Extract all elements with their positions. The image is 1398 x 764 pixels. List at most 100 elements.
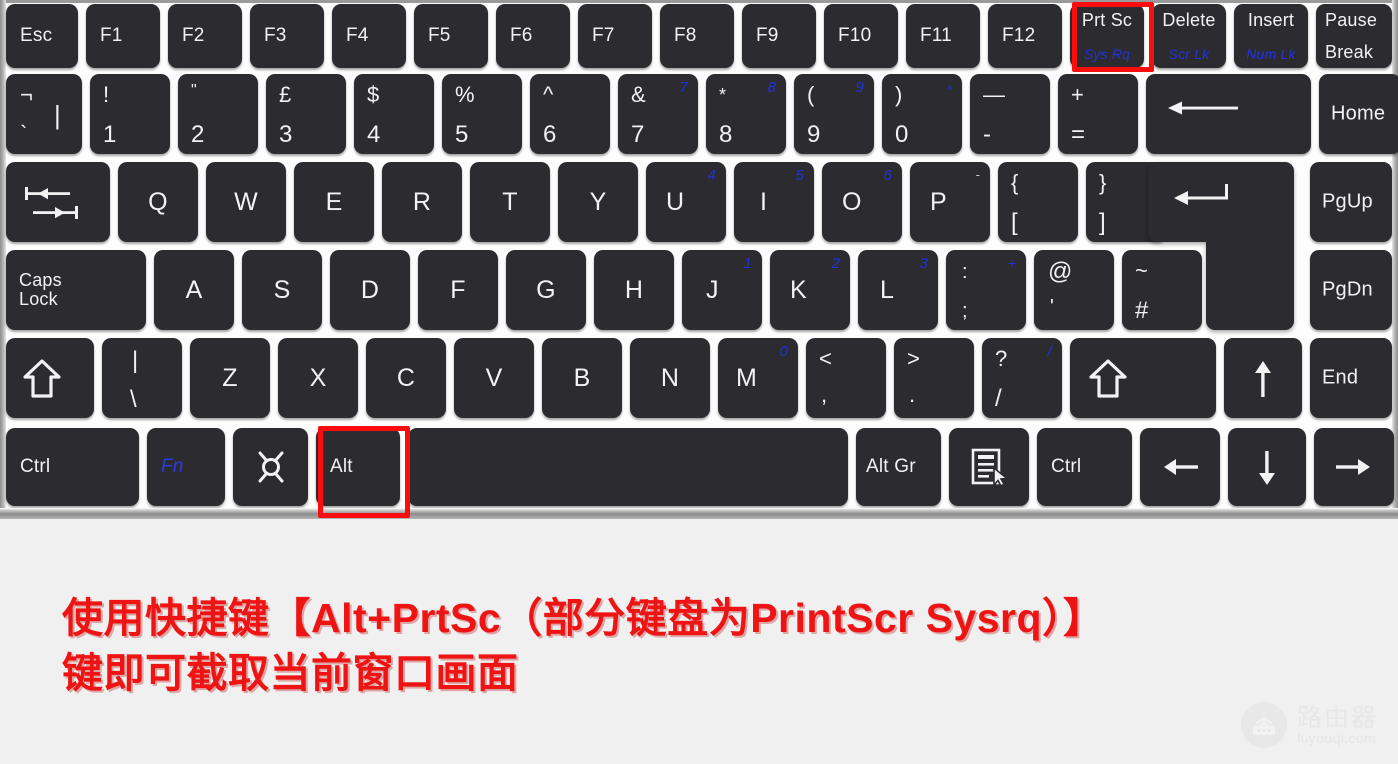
key-l[interactable]: L 3	[858, 250, 938, 330]
key-end[interactable]: End	[1310, 338, 1392, 418]
key-numpad-label: 6	[883, 167, 892, 184]
key-lower-label: 8	[719, 120, 733, 148]
key-y[interactable]: Y	[558, 162, 638, 242]
key-pgup[interactable]: PgUp	[1310, 162, 1392, 242]
key-label: J	[706, 275, 719, 304]
key-prtsc[interactable]: Prt Sc Sys Rq	[1070, 4, 1144, 68]
key-k[interactable]: K 2	[770, 250, 850, 330]
key-r[interactable]: R	[382, 162, 462, 242]
key-pause-break[interactable]: Pause Break	[1316, 4, 1392, 68]
key-d[interactable]: D	[330, 250, 410, 330]
key-f1[interactable]: F1	[86, 4, 160, 68]
key-1[interactable]: ! 1	[90, 74, 170, 154]
key-g[interactable]: G	[506, 250, 586, 330]
key-hash[interactable]: ~ #	[1122, 250, 1202, 330]
key-context-menu[interactable]	[949, 428, 1029, 506]
key-a[interactable]: A	[154, 250, 234, 330]
key-numpad-label: 8	[767, 79, 776, 96]
key-f3[interactable]: F3	[250, 4, 324, 68]
key-slash[interactable]: ? / /	[982, 338, 1062, 418]
key-i[interactable]: I 5	[734, 162, 814, 242]
key-4[interactable]: $ 4	[354, 74, 434, 154]
key-o[interactable]: O 6	[822, 162, 902, 242]
key-x[interactable]: X	[278, 338, 358, 418]
key-caps-lock[interactable]: Caps Lock	[6, 250, 146, 330]
key-ctrl-right[interactable]: Ctrl	[1037, 428, 1132, 506]
key-u[interactable]: U 4	[646, 162, 726, 242]
key-f7[interactable]: F7	[578, 4, 652, 68]
key-h[interactable]: H	[594, 250, 674, 330]
key-9[interactable]: ( 9 9	[794, 74, 874, 154]
key-f4[interactable]: F4	[332, 4, 406, 68]
key-0[interactable]: ) 0 *	[882, 74, 962, 154]
key-arrow-down[interactable]	[1228, 428, 1306, 506]
key-label: V	[485, 363, 503, 392]
key-t[interactable]: T	[470, 162, 550, 242]
key-c[interactable]: C	[366, 338, 446, 418]
key-backtick[interactable]: ¬ ` |	[6, 74, 82, 154]
key-f12[interactable]: F12	[988, 4, 1062, 68]
key-n[interactable]: N	[630, 338, 710, 418]
key-lower-label: 0	[895, 120, 909, 148]
key-bracket-left[interactable]: { [	[998, 162, 1078, 242]
key-label: Ctrl	[1051, 456, 1082, 478]
key-arrow-left[interactable]	[1140, 428, 1220, 506]
key-sublabel: Sys Rq	[1083, 46, 1131, 63]
key-m[interactable]: M 0	[718, 338, 798, 418]
key-q[interactable]: Q	[118, 162, 198, 242]
key-arrow-up[interactable]	[1224, 338, 1302, 418]
key-6[interactable]: ^ 6	[530, 74, 610, 154]
key-label: Fn	[161, 456, 184, 478]
key-2[interactable]: " 2	[178, 74, 258, 154]
key-home[interactable]: Home	[1319, 74, 1398, 154]
key-equals[interactable]: + =	[1058, 74, 1138, 154]
key-backslash[interactable]: | \	[102, 338, 182, 418]
key-esc[interactable]: Esc	[6, 4, 78, 68]
key-b[interactable]: B	[542, 338, 622, 418]
key-arrow-right[interactable]	[1314, 428, 1394, 506]
key-semicolon[interactable]: : ; +	[946, 250, 1026, 330]
key-sublabel: Break	[1325, 42, 1374, 63]
key-f9[interactable]: F9	[742, 4, 816, 68]
key-fn[interactable]: Fn	[147, 428, 225, 506]
key-apostrophe[interactable]: @ '	[1034, 250, 1114, 330]
key-s[interactable]: S	[242, 250, 322, 330]
key-shift-right[interactable]	[1070, 338, 1216, 418]
key-insert[interactable]: Insert Num Lk	[1234, 4, 1308, 68]
key-f[interactable]: F	[418, 250, 498, 330]
key-z[interactable]: Z	[190, 338, 270, 418]
key-f2[interactable]: F2	[168, 4, 242, 68]
key-period[interactable]: > .	[894, 338, 974, 418]
context-menu-icon	[971, 448, 1009, 488]
key-backspace[interactable]	[1146, 74, 1311, 154]
key-e[interactable]: E	[294, 162, 374, 242]
key-f10[interactable]: F10	[824, 4, 898, 68]
key-5[interactable]: % 5	[442, 74, 522, 154]
key-w[interactable]: W	[206, 162, 286, 242]
key-8[interactable]: * 8 8	[706, 74, 786, 154]
key-shift-left[interactable]	[6, 338, 94, 418]
key-numpad-label: /	[1047, 343, 1052, 360]
key-f8[interactable]: F8	[660, 4, 734, 68]
key-f11[interactable]: F11	[906, 4, 980, 68]
key-p[interactable]: P -	[910, 162, 990, 242]
key-f6[interactable]: F6	[496, 4, 570, 68]
key-windows[interactable]	[233, 428, 308, 506]
key-minus[interactable]: — -	[970, 74, 1050, 154]
key-delete[interactable]: Delete Scr Lk	[1152, 4, 1226, 68]
key-tab[interactable]	[6, 162, 110, 242]
key-j[interactable]: J 1	[682, 250, 762, 330]
key-alt-left[interactable]: Alt	[316, 428, 400, 506]
key-ctrl-left[interactable]: Ctrl	[6, 428, 139, 506]
key-alt-gr[interactable]: Alt Gr	[856, 428, 941, 506]
key-label: PgUp	[1322, 190, 1373, 213]
key-v[interactable]: V	[454, 338, 534, 418]
key-pgdn[interactable]: PgDn	[1310, 250, 1392, 330]
key-f5[interactable]: F5	[414, 4, 488, 68]
key-space[interactable]	[408, 428, 848, 506]
router-icon	[1240, 702, 1287, 748]
key-comma[interactable]: < ,	[806, 338, 886, 418]
key-3[interactable]: £ 3	[266, 74, 346, 154]
key-7[interactable]: & 7 7	[618, 74, 698, 154]
key-lower-label: #	[1135, 296, 1149, 324]
